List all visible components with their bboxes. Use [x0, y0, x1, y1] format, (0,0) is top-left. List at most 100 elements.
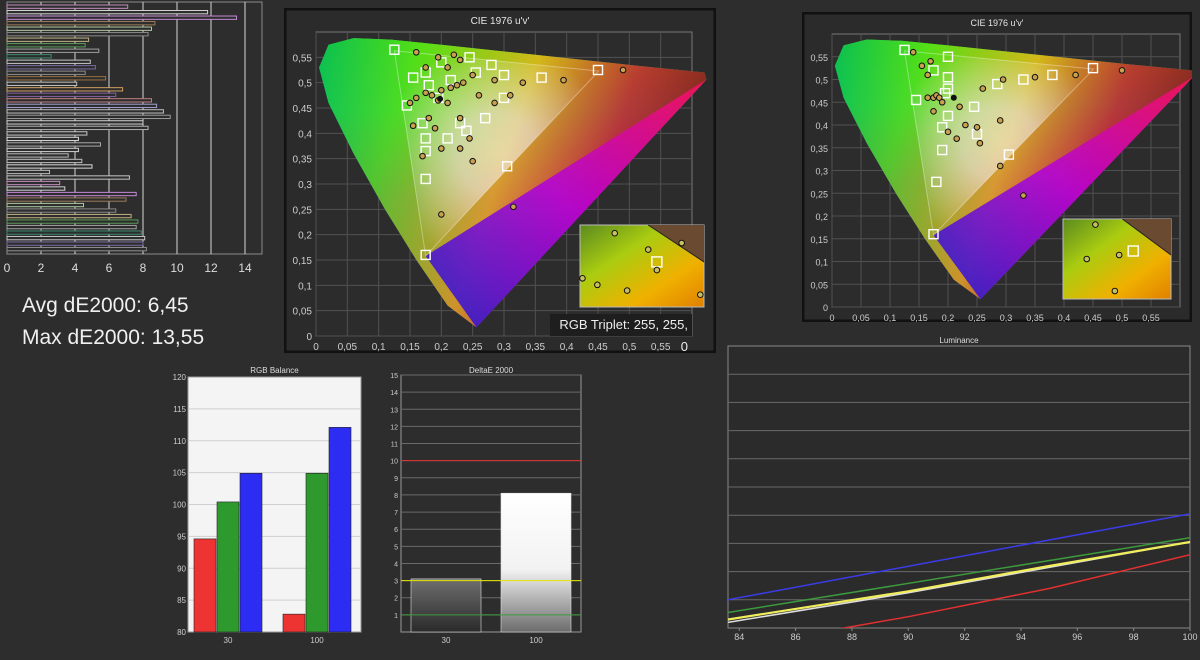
chart-title: Luminance [939, 336, 979, 345]
x-tick-label: 0,4 [560, 342, 574, 353]
y-tick-label: 8 [394, 493, 398, 500]
bar [6, 224, 137, 230]
bar [6, 65, 96, 70]
y-tick-label: 0,1 [298, 281, 312, 292]
y-tick-label: 1 [394, 613, 398, 620]
measured-point [419, 152, 426, 160]
x-tick-label: 0,2 [434, 342, 448, 353]
measured-point [510, 203, 517, 211]
measured-point [491, 99, 498, 107]
x-tick-label: 0 [313, 342, 319, 353]
y-tick-label: 10 [390, 459, 398, 466]
measured-point [953, 135, 960, 142]
measured-point [962, 121, 969, 129]
x-tick-label: 0,05 [852, 313, 870, 322]
measured-point [560, 76, 567, 84]
inset-measured-point [594, 281, 601, 289]
y-tick-label: 7 [394, 510, 398, 517]
measured-point [425, 114, 433, 122]
y-tick-label: 2 [394, 596, 398, 603]
measured-point [956, 103, 963, 111]
cie-diagram-panel-2: CIE 1976 u'v' 0 0,05 0,1 0,15 0,2 0,25 0,3 0,35 0… [801, 11, 1194, 323]
bar [328, 427, 352, 633]
rgb-triplet-label: RGB Triplet: 255, 255, 0 [550, 314, 692, 354]
bar [6, 246, 147, 252]
x-tick-label: 14 [238, 261, 252, 275]
measured-point [924, 94, 931, 101]
measured-point [938, 98, 946, 106]
bar [500, 492, 572, 633]
inset-measured-point [644, 246, 652, 253]
measured-point [438, 145, 445, 152]
measured-point [434, 54, 442, 61]
bar [6, 208, 117, 213]
y-tick-label: 0 [306, 332, 312, 343]
white-point [950, 94, 957, 101]
measured-point [469, 157, 476, 165]
x-tick-label: 0,45 [588, 342, 608, 353]
x-tick-label: 84 [734, 632, 744, 642]
y-tick-label: 0,3 [298, 180, 312, 191]
rgb-balance-chart: RGB Balance 80 85 90 95 100 105 110 115 120 30 100 [173, 366, 362, 645]
luminance-chart: Luminance 84 86 88 90 92 94 96 98 100 [727, 336, 1198, 642]
measured-point [519, 79, 527, 86]
inset-measured-point [611, 229, 619, 237]
rgb-balance-panel: RGB Balance 80 85 90 95 100 105 110 115 120 30 100 [168, 365, 363, 650]
measured-point [918, 62, 926, 70]
bar [6, 4, 129, 9]
measured-point [927, 58, 934, 65]
bar [239, 472, 263, 633]
x-tick-label: 4 [72, 261, 79, 275]
bar [6, 175, 130, 180]
bar [6, 136, 79, 142]
inset-measured-point [1092, 221, 1099, 228]
y-tick-label: 15 [390, 373, 398, 380]
x-tick-label: 0,1 [372, 342, 386, 353]
bar [6, 241, 144, 246]
x-tick-label: 0,55 [1142, 313, 1160, 322]
bar [6, 164, 93, 169]
measured-point [456, 114, 464, 122]
deltae-2000-chart: DeltaE 200012345678910111213141530 100 [390, 366, 582, 645]
measured-point [438, 86, 445, 94]
inset-measured-point [1083, 255, 1091, 263]
bar [6, 103, 158, 109]
bar [6, 202, 84, 208]
white-point [437, 95, 444, 102]
bar [6, 147, 79, 153]
inset-measured-point [696, 291, 704, 299]
y-tick-label: 5 [394, 544, 398, 551]
measured-point [406, 99, 414, 107]
bar [6, 235, 146, 241]
bar [282, 613, 306, 633]
measured-point [1072, 71, 1079, 79]
bar [6, 169, 50, 175]
y-tick-label: 0,35 [810, 144, 828, 154]
max-de2000-label: Max dE2000: 13,55 [22, 326, 205, 349]
x-tick-label: 0,1 [884, 313, 897, 322]
x-tick-label: 0,3 [497, 342, 511, 353]
x-tick-label: 90 [903, 632, 913, 642]
chart-title: CIE 1976 u'v' [471, 16, 530, 27]
x-tick-label: 100 [1182, 632, 1197, 642]
x-tick-label: 0,15 [400, 342, 420, 353]
y-tick-label: 0,35 [293, 155, 313, 166]
y-tick-label: 0,2 [815, 212, 828, 222]
y-tick-label: 100 [173, 501, 187, 510]
bar [6, 197, 127, 202]
measured-point [491, 76, 498, 84]
measured-point [453, 81, 461, 89]
y-tick-label: 0,05 [810, 280, 828, 290]
measured-point [422, 89, 429, 97]
y-tick-label: 110 [173, 437, 186, 446]
x-tick-label: 100 [310, 636, 324, 645]
bar [6, 230, 142, 235]
y-tick-label: 0,25 [293, 205, 313, 216]
y-tick-label: 12 [390, 424, 398, 431]
x-tick-label: 92 [960, 632, 970, 642]
measured-point [944, 128, 952, 136]
y-tick-label: 0,55 [810, 53, 828, 63]
y-tick-label: 0,25 [810, 189, 828, 199]
y-tick-label: 9 [394, 476, 398, 483]
measured-point [431, 124, 439, 132]
